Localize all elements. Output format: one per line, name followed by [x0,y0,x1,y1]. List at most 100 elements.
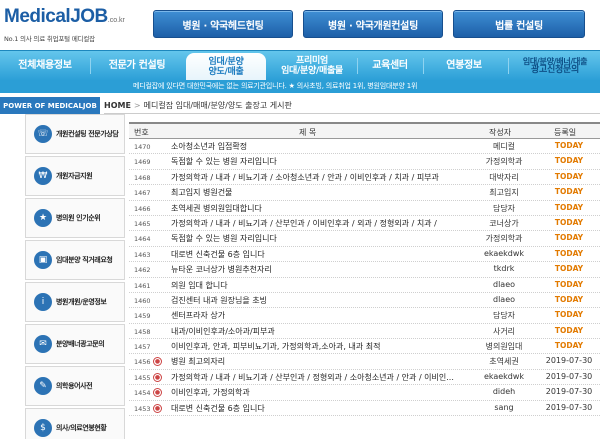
board-header: 번호 제 목 작성자 등록일 [129,122,600,139]
row-title-link[interactable]: 소아청소년과 입접확정 [171,141,471,152]
table-row[interactable]: 1459 센터프라자 상가 담당자 TODAY [129,308,600,324]
table-row[interactable]: 1453 ● 대로변 신축건물 6층 입니다 sang 2019-07-30 [129,401,600,417]
consult-icon: ☏ [34,125,52,143]
sidebar-item-ranking[interactable]: ★ 병의원 인기순위 [25,198,125,238]
table-row[interactable]: 1466 초역세권 병의원임대합니다 담당자 TODAY [129,201,600,216]
row-title-link[interactable]: 이비인후과, 가정의학과 [171,387,471,398]
table-row[interactable]: 1454 ● 이비인후과, 가정의학과 dideh 2019-07-30 [129,385,600,401]
row-author: ekaekdwk [483,248,525,258]
row-number: 1468 [134,173,151,182]
row-title-link[interactable]: 대로변 신축건물 6층 입니다 [171,249,471,260]
row-number: 1467 [134,189,151,198]
table-row[interactable]: 1455 ● 가정의학과 / 내과 / 비뇨기과 / 산부인과 / 정형외과 / 소… [129,370,600,386]
listing-board: 번호 제 목 작성자 등록일 1470 소아청소년과 입접확정 메디컬 TODAY 14… [129,122,600,417]
sidebar-item-label: 병원개원/운영정보 [56,298,107,306]
bullet-icon: ● [153,372,162,382]
nav-education[interactable]: 교육센터 [358,51,422,81]
salary-icon: $ [34,419,52,437]
breadcrumb: HOME > 메디컬잡 임대/매매/분양/양도 출장고 게시판 [104,97,600,114]
nav-lease-transfer[interactable]: 임대/분양 양도/매출 [186,53,266,81]
row-author: 초역세권 [489,357,519,367]
row-title-link[interactable]: 최고입지 병원건물 [171,187,471,198]
row-author: ekaekdwk [483,371,525,381]
row-date: TODAY [554,310,584,320]
headhunting-button[interactable]: 병원 · 약국헤드헌팅 [153,10,293,38]
col-title: 제 목 [299,128,317,137]
row-number: 1458 [134,327,151,336]
row-author: 코너상가 [489,218,519,228]
bullet-icon: ● [153,388,162,398]
nav-salary[interactable]: 연봉정보 [424,51,504,81]
row-author: 사거리 [492,326,516,336]
row-title-link[interactable]: 가정의학과 / 내과 / 비뇨기과 / 산부인과 / 이비인후과 / 외과 / … [171,218,471,229]
nav-premium-line1: 프리미엄 [296,56,328,66]
row-date: TODAY [554,202,584,212]
row-author: 병의원임대 [485,342,523,352]
row-title-link[interactable]: 내과/이비인후과/소아과/피부과 [171,326,471,337]
table-row[interactable]: 1457 이비인후과, 안과, 피부비뇨기과, 가정의학과,소아과, 내과 최적 병… [129,339,600,355]
row-title-link[interactable]: 독점할 수 있는 병원 자리입니다 [171,233,471,244]
sidebar-item-direct-deal[interactable]: ▣ 임대분양 직거래요청 [25,240,125,280]
sidebar-item-salary[interactable]: $ 의사/의료연봉현황 [25,408,125,439]
table-row[interactable]: 1461 의원 임대 합니다 dlaeo TODAY [129,278,600,293]
row-title-link[interactable]: 가정의학과 / 내과 / 비뇨기과 / 소아청소년과 / 안과 / 이비인후과 … [171,172,471,183]
row-author: dideh [492,387,516,397]
logo-tagline: No.1 의사 의료 취업포털 메디컬잡 [4,35,95,43]
row-author: sang [494,402,514,412]
row-title-link[interactable]: 병원 최고의자리 [171,356,471,367]
bullet-icon: ● [153,403,162,413]
nav-expert-consult[interactable]: 전문가 컨설팅 [91,51,183,81]
row-title-link[interactable]: 검진센터 내과 원장님을 초빙 [171,295,471,306]
site-logo[interactable]: MedicalJOB.co.kr No.1 의사 의료 취업포털 메디컬잡 [4,7,125,44]
nav-ad-inquiry[interactable]: 임대/분양/배너/대출 광고신청문의 [510,51,600,81]
row-date: 2019-07-30 [545,371,593,381]
breadcrumb-home[interactable]: HOME [104,101,131,110]
row-title-link[interactable]: 센터프라자 상가 [171,310,471,321]
row-title-link[interactable]: 독점할 수 있는 병원 자리입니다 [171,156,471,167]
legal-consult-button[interactable]: 법률 컨설팅 [453,10,585,38]
row-title-link[interactable]: 대로변 신축건물 6층 입니다 [171,403,471,414]
table-row[interactable]: 1458 내과/이비인후과/소아과/피부과 사거리 TODAY [129,324,600,340]
bullet-icon: ● [153,357,162,367]
row-author: 가정의학과 [485,157,523,167]
row-number: 1463 [134,250,151,259]
sub-nav-banner: 메디컬잡에 있다면 대한민국에는 없는 의료기관입니다. ★ 의사초빙, 의료취… [0,80,600,93]
opening-consult-button[interactable]: 병원 · 약국개원컨설팅 [303,10,443,38]
table-row[interactable]: 1467 최고입지 병원건물 최고입지 TODAY [129,185,600,201]
sidebar-item-funding[interactable]: ₩ 개원자금지원 [25,156,125,196]
sidebar-item-label: 개원컨설팅 전문가상담 [56,130,119,138]
row-title-link[interactable]: 의원 임대 합니다 [171,280,471,291]
sidebar-item-operation-info[interactable]: i 병원개원/운영정보 [25,282,125,322]
row-title-link[interactable]: 초역세권 병의원임대합니다 [171,203,471,214]
row-number: 1459 [134,312,151,321]
table-row[interactable]: 1456 ● 병원 최고의자리 초역세권 2019-07-30 [129,354,600,370]
row-number: 1466 [134,204,151,213]
nav-premium[interactable]: 프리미엄 임대/분양/매출물 [268,51,356,81]
table-row[interactable]: 1470 소아청소년과 입접확정 메디컬 TODAY [129,139,600,155]
row-date: TODAY [554,279,584,289]
book-icon: ✎ [34,377,52,395]
row-date: TODAY [554,341,584,351]
sidebar-item-dictionary[interactable]: ✎ 의학용어사전 [25,366,125,406]
table-row[interactable]: 1463 대로변 신축건물 6층 입니다 ekaekdwk TODAY [129,247,600,263]
table-row[interactable]: 1464 독점할 수 있는 병원 자리입니다 가정의학과 TODAY [129,231,600,247]
table-row[interactable]: 1460 검진센터 내과 원장님을 초빙 dlaeo TODAY [129,293,600,309]
sidebar-item-banner-ad[interactable]: ✉ 분양배너광고문의 [25,324,125,364]
row-title-link[interactable]: 뉴타운 코너상가 병원추천자리 [171,264,471,275]
row-author: dlaeo [492,294,516,304]
row-title-link[interactable]: 가정의학과 / 내과 / 비뇨기과 / 산부인과 / 정형외과 / 소아청소년과… [171,372,471,383]
breadcrumb-separator: > [133,100,141,110]
table-row[interactable]: 1468 가정의학과 / 내과 / 비뇨기과 / 소아청소년과 / 안과 / 이비… [129,170,600,186]
top-header: MedicalJOB.co.kr No.1 의사 의료 취업포털 메디컬잡 병원… [0,0,600,48]
table-row[interactable]: 1462 뉴타운 코너상가 병원추천자리 tkdrk TODAY [129,262,600,278]
nav-all-jobs[interactable]: 전체채용정보 [0,51,90,81]
table-row[interactable]: 1465 가정의학과 / 내과 / 비뇨기과 / 산부인과 / 이비인후과 / 외… [129,216,600,232]
sidebar-item-consult[interactable]: ☏ 개원컨설팅 전문가상담 [25,114,125,154]
row-title-link[interactable]: 이비인후과, 안과, 피부비뇨기과, 가정의학과,소아과, 내과 최적 [171,341,471,352]
col-date: 등록일 [554,128,577,137]
sidebar-item-label: 의학용어사전 [56,382,93,390]
row-date: TODAY [554,264,584,274]
row-date: TODAY [554,325,584,335]
table-row[interactable]: 1469 독점할 수 있는 병원 자리입니다 가정의학과 TODAY [129,154,600,170]
ranking-icon: ★ [34,209,52,227]
